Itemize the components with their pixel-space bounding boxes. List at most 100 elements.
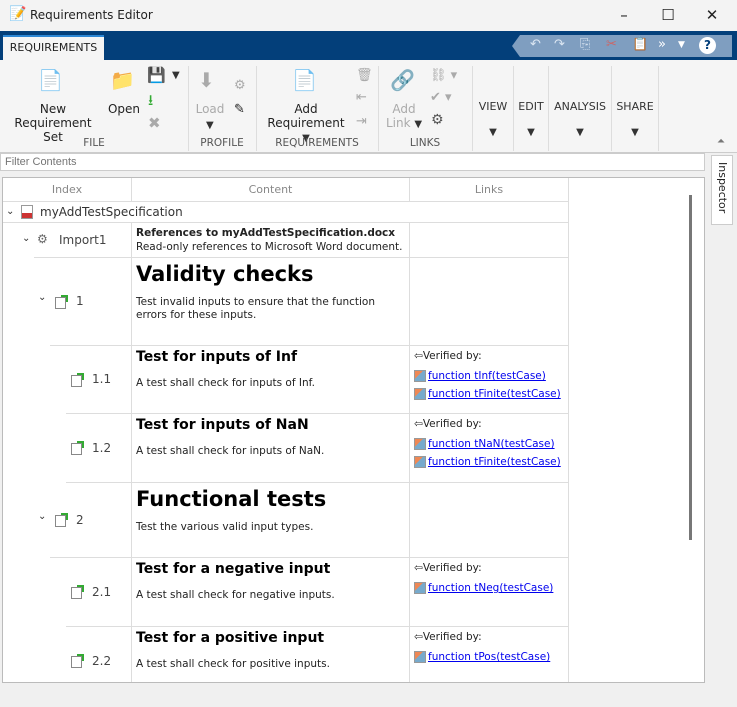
- vertical-scrollbar[interactable]: [689, 195, 692, 540]
- load-dropdown-icon[interactable]: ▼: [206, 120, 214, 131]
- save-dropdown-icon[interactable]: ▼: [172, 70, 180, 81]
- title-bar: 📝 Requirements Editor – ☐ ✕: [0, 0, 737, 31]
- content-cell[interactable]: Test for inputs of Inf A test shall check…: [132, 346, 410, 414]
- add-label-2: Requirement: [267, 116, 345, 130]
- index-cell[interactable]: 1.1: [66, 346, 132, 414]
- test-link[interactable]: function tNeg(testCase): [428, 582, 553, 594]
- links-cell: ⇦Verified by: function tInf(testCase) func…: [410, 346, 569, 414]
- test-file-icon: [414, 437, 426, 450]
- test-link[interactable]: function tFinite(testCase): [428, 388, 561, 400]
- verified-by-label: Verified by:: [422, 631, 482, 643]
- requirement-set-icon: [21, 205, 33, 219]
- import-content-cell: References to myAddTestSpecification.doc…: [132, 223, 410, 258]
- test-file-icon: [414, 581, 426, 594]
- test-link[interactable]: function tInf(testCase): [428, 370, 546, 382]
- minimize-button[interactable]: –: [604, 4, 644, 26]
- index-cell[interactable]: ⌄ 2: [38, 483, 132, 558]
- column-header-links[interactable]: Links: [410, 178, 569, 202]
- help-icon[interactable]: ?: [699, 37, 716, 54]
- content-cell[interactable]: Test for inputs of NaN A test shall check…: [132, 414, 410, 483]
- test-link[interactable]: function tNaN(testCase): [428, 438, 555, 450]
- verified-by-arrow-icon: ⇦: [414, 418, 423, 430]
- verified-by-label: Verified by:: [422, 562, 482, 574]
- load-button[interactable]: Load: [192, 102, 228, 116]
- index-label: 2: [76, 512, 84, 527]
- test-file-icon: [414, 455, 426, 468]
- test-link[interactable]: function tPos(testCase): [428, 651, 550, 663]
- root-label: myAddTestSpecification: [40, 205, 183, 219]
- requirement-description: A test shall check for inputs of NaN.: [136, 445, 325, 457]
- column-header-content[interactable]: Content: [132, 178, 410, 202]
- import-icon[interactable]: ⭳: [148, 90, 153, 115]
- chevron-down-icon[interactable]: ⌄: [38, 292, 46, 303]
- inspector-tab[interactable]: Inspector: [711, 155, 733, 225]
- delete-requirement-icon[interactable]: 🗑: [356, 68, 373, 83]
- open-folder-icon: 📁: [110, 68, 135, 92]
- share-menu[interactable]: SHARE ▼: [612, 100, 658, 138]
- column-header-index[interactable]: Index: [3, 178, 132, 202]
- requirement-icon: [55, 513, 68, 528]
- close-set-icon[interactable]: ✖: [148, 114, 161, 132]
- requirement-description: Test the various valid input types.: [136, 521, 314, 533]
- requirement-title: Test for inputs of NaN: [136, 417, 309, 433]
- chevron-down-icon[interactable]: ⌄: [22, 233, 30, 244]
- promote-icon[interactable]: ⇤: [356, 90, 367, 105]
- group-label-file: FILE: [83, 137, 105, 149]
- analysis-label: ANALYSIS: [554, 100, 606, 113]
- index-cell[interactable]: 2.2: [66, 627, 132, 682]
- requirement-description: A test shall check for negative inputs.: [136, 589, 335, 601]
- separator: [658, 66, 659, 151]
- verify-link-icon[interactable]: ✔ ▾: [430, 90, 452, 105]
- import-description: Read-only references to Microsoft Word d…: [136, 241, 403, 253]
- save-icon[interactable]: 💾: [147, 66, 166, 84]
- content-cell[interactable]: Test for a positive input A test shall ch…: [132, 627, 410, 682]
- close-button[interactable]: ✕: [692, 4, 732, 26]
- group-label-links: LINKS: [409, 137, 441, 149]
- test-link[interactable]: function tFinite(testCase): [428, 456, 561, 468]
- tab-strip: REQUIREMENTS ↶ ↷ ⎘ ✂ 📋 » ▼ ?: [0, 31, 737, 60]
- link-settings-icon[interactable]: ⚙: [431, 112, 444, 128]
- content-cell[interactable]: Functional tests Test the various valid i…: [132, 483, 410, 558]
- requirement-title: Test for a negative input: [136, 561, 331, 577]
- index-label: 1.2: [92, 440, 112, 455]
- edit-profile-icon[interactable]: ✎: [234, 102, 245, 117]
- index-cell[interactable]: 1.2: [66, 414, 132, 483]
- requirement-icon: [71, 585, 84, 600]
- cut-icon[interactable]: ✂: [606, 37, 617, 52]
- tree-row-root[interactable]: ⌄ myAddTestSpecification: [3, 202, 569, 223]
- filter-input[interactable]: [0, 153, 705, 171]
- analysis-menu[interactable]: ANALYSIS ▼: [549, 100, 611, 138]
- open-button[interactable]: Open: [106, 102, 142, 116]
- requirement-description: Test invalid inputs to ensure that the f…: [136, 296, 376, 321]
- collapse-ribbon-icon[interactable]: ⏶: [717, 136, 725, 147]
- index-cell[interactable]: ⌄ 1: [38, 258, 132, 346]
- undo-icon[interactable]: ↶: [530, 37, 541, 52]
- content-cell[interactable]: Validity checks Test invalid inputs to en…: [132, 258, 410, 346]
- index-cell[interactable]: 2.1: [66, 558, 132, 627]
- chevron-down-icon[interactable]: ⌄: [38, 511, 46, 522]
- add-link-button[interactable]: Add Link ▼: [382, 102, 426, 132]
- index-label: 2.1: [92, 584, 112, 599]
- shortcuts-icon[interactable]: »: [658, 37, 666, 52]
- demote-icon[interactable]: ⇥: [356, 114, 367, 129]
- requirement-title: Test for inputs of Inf: [136, 349, 298, 365]
- view-menu[interactable]: VIEW ▼: [473, 100, 513, 138]
- copy-icon[interactable]: ⎘: [580, 37, 590, 52]
- chevron-down-icon: ▼: [489, 127, 497, 138]
- view-label: VIEW: [478, 100, 508, 113]
- chevron-down-icon[interactable]: ⌄: [6, 206, 14, 217]
- content-cell[interactable]: Test for a negative input A test shall ch…: [132, 558, 410, 627]
- chevron-down-icon[interactable]: ▼: [678, 40, 685, 50]
- chevron-down-icon: ▼: [527, 127, 535, 138]
- paste-icon[interactable]: 📋: [632, 37, 648, 52]
- status-bar: [0, 684, 737, 707]
- chevron-down-icon: ▼: [631, 127, 639, 138]
- edit-menu[interactable]: EDIT ▼: [514, 100, 548, 138]
- tab-requirements[interactable]: REQUIREMENTS: [3, 35, 104, 60]
- profile-settings-icon[interactable]: ⚙: [234, 78, 246, 93]
- import-index-cell[interactable]: ⌄ ⚙ Import1: [22, 223, 132, 258]
- requirement-icon: [71, 441, 84, 456]
- delete-link-icon[interactable]: ⛓ ▾: [430, 68, 457, 83]
- redo-icon[interactable]: ↷: [554, 37, 565, 52]
- maximize-button[interactable]: ☐: [648, 4, 688, 26]
